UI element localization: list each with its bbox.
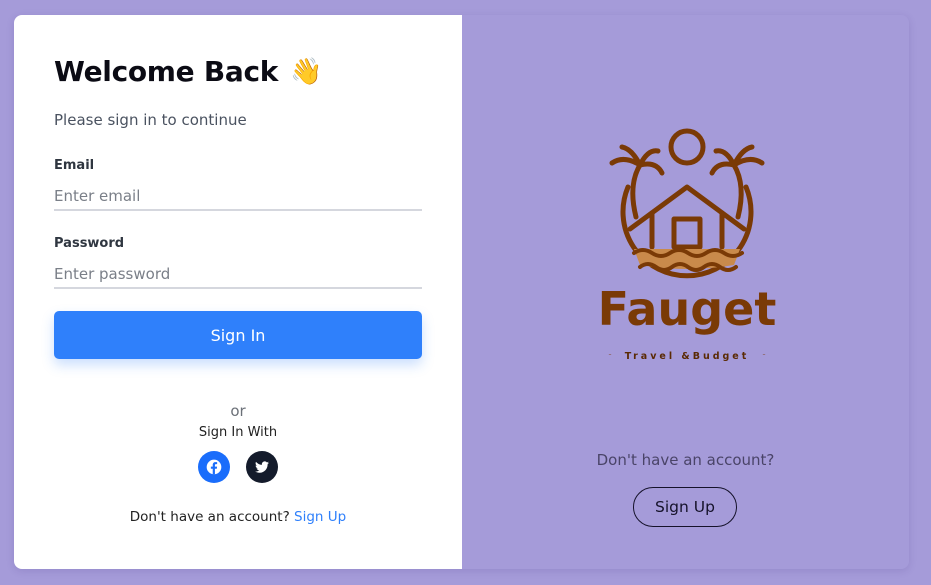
fauget-logo: Fauget — [598, 128, 777, 355]
login-card: Welcome Back 👋 Please sign in to continu… — [14, 15, 909, 569]
password-field[interactable] — [54, 261, 422, 289]
facebook-icon — [206, 459, 222, 475]
twitter-login-button[interactable] — [246, 451, 278, 483]
page-subtitle: Please sign in to continue — [54, 111, 247, 129]
waving-hand-icon: 👋 — [290, 56, 323, 87]
facebook-login-button[interactable] — [198, 451, 230, 483]
sign-up-button[interactable]: Sign Up — [633, 487, 737, 527]
or-divider-text: or — [230, 402, 246, 420]
page-title: Welcome Back — [54, 55, 279, 88]
signup-prompt-text: Don't have an account? — [129, 509, 290, 525]
signup-prompt: Don't have an account? Sign Up — [14, 509, 462, 525]
title-row: Welcome Back 👋 — [54, 55, 322, 88]
email-field[interactable] — [54, 183, 422, 211]
right-signup-prompt: Don't have an account? — [596, 451, 775, 469]
login-panel: Welcome Back 👋 Please sign in to continu… — [14, 15, 462, 569]
sign-in-with-label: Sign In With — [198, 425, 278, 440]
email-label: Email — [54, 158, 95, 173]
sign-in-button[interactable]: Sign In — [54, 311, 422, 359]
brand-tagline: Travel &Budget — [624, 351, 750, 362]
brand-panel: Fauget Travel &Budget Don't have an acco… — [462, 15, 909, 569]
social-login-row — [198, 451, 278, 483]
brand-name: Fauget — [598, 282, 777, 336]
twitter-icon — [255, 461, 269, 473]
password-label: Password — [54, 236, 125, 251]
signup-link[interactable]: Sign Up — [294, 509, 346, 525]
